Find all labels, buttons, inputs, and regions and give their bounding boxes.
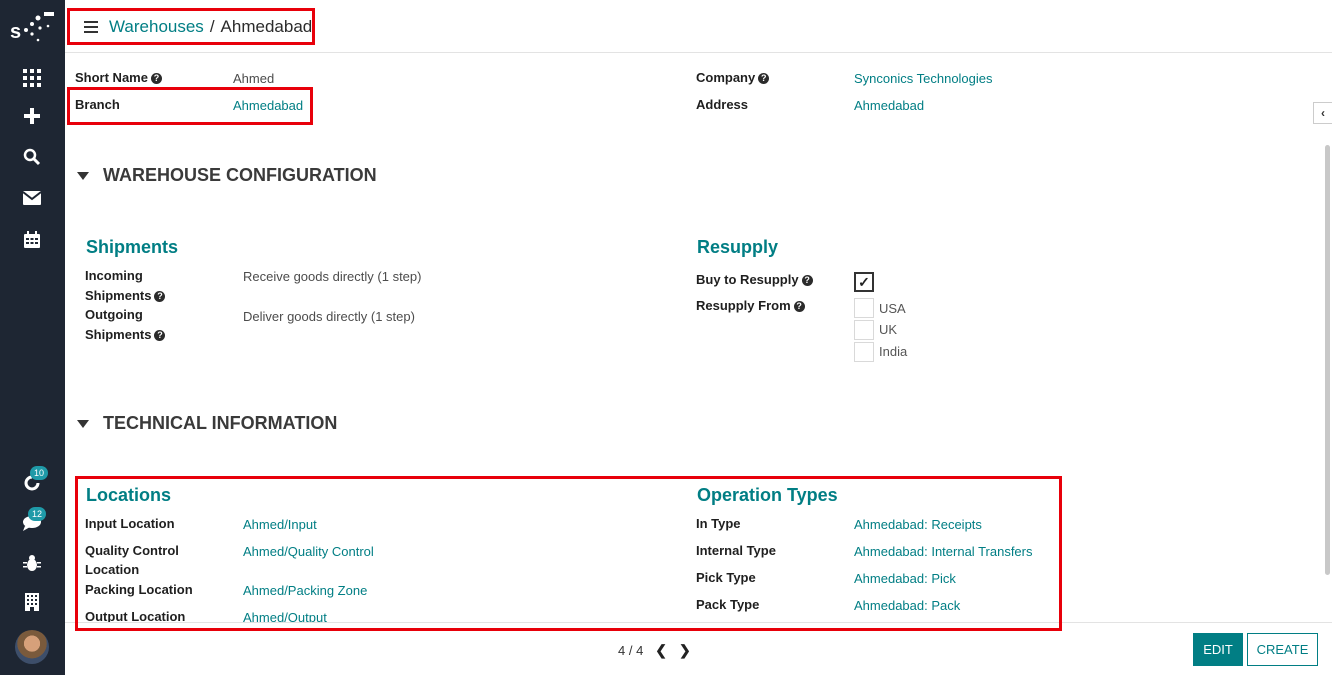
breadcrumb-separator: / bbox=[209, 17, 215, 36]
search-icon[interactable] bbox=[20, 145, 44, 169]
packing-location-label: Packing Location bbox=[85, 582, 193, 597]
mail-icon[interactable] bbox=[20, 186, 44, 210]
help-icon[interactable]: ? bbox=[801, 275, 813, 286]
incoming-shipments-value: Receive goods directly (1 step) bbox=[243, 269, 422, 284]
operation-types-title: Operation Types bbox=[697, 485, 838, 505]
pick-type-label: Pick Type bbox=[696, 570, 756, 585]
pick-type-link[interactable]: Ahmedabad: Pick bbox=[854, 571, 956, 586]
edit-button[interactable]: EDIT bbox=[1193, 633, 1243, 666]
quality-control-location-label-2: Location bbox=[85, 562, 140, 577]
locations-title: Locations bbox=[86, 485, 172, 505]
quality-control-location-link[interactable]: Ahmed/Quality Control bbox=[243, 544, 374, 559]
help-icon[interactable]: ? bbox=[154, 330, 166, 341]
shipments-title: Shipments bbox=[86, 237, 179, 257]
buy-to-resupply-label: Buy to Resupply? bbox=[696, 272, 813, 287]
collapse-triangle-icon bbox=[77, 171, 89, 180]
app-logo[interactable]: s bbox=[8, 10, 58, 44]
collapse-triangle-icon bbox=[77, 419, 89, 428]
pager-value[interactable]: 4 / 4 bbox=[618, 643, 643, 658]
plus-icon[interactable] bbox=[20, 104, 44, 128]
calendar-icon[interactable] bbox=[20, 227, 44, 251]
branch-link[interactable]: Ahmedabad bbox=[233, 98, 303, 113]
pack-type-label: Pack Type bbox=[696, 597, 760, 612]
company-label: Company? bbox=[696, 70, 770, 85]
chatter-toggle-chevron-left-icon[interactable]: ‹ bbox=[1313, 102, 1332, 124]
outgoing-shipments-label-1: Outgoing bbox=[85, 307, 143, 322]
quality-control-location-label-1: Quality Control bbox=[85, 543, 179, 558]
section-warehouse-configuration[interactable]: WAREHOUSE CONFIGURATION bbox=[77, 165, 377, 186]
activity-badge: 10 bbox=[30, 466, 49, 480]
breadcrumb-current: Ahmedabad bbox=[220, 17, 313, 36]
in-type-label: In Type bbox=[696, 516, 741, 531]
incoming-shipments-label-1: Incoming bbox=[85, 268, 143, 283]
input-location-label: Input Location bbox=[85, 516, 175, 531]
branch-label: Branch bbox=[75, 97, 120, 112]
bug-icon[interactable] bbox=[20, 551, 44, 575]
chevron-left-icon[interactable]: ❮ bbox=[655, 642, 667, 659]
apps-grid-icon[interactable] bbox=[20, 66, 44, 90]
resupply-india-label: India bbox=[879, 344, 908, 359]
sidebar: s 10 12 bbox=[0, 0, 65, 675]
scrollbar[interactable] bbox=[1325, 145, 1330, 575]
section-title-text: WAREHOUSE CONFIGURATION bbox=[103, 165, 377, 185]
incoming-shipments-label-2: Shipments? bbox=[85, 288, 166, 303]
messages-badge: 12 bbox=[28, 507, 47, 521]
short-name-value: Ahmed bbox=[233, 71, 275, 86]
pager: 4 / 4 ❮ ❯ bbox=[618, 642, 691, 659]
help-icon[interactable]: ? bbox=[758, 73, 770, 84]
packing-location-link[interactable]: Ahmed/Packing Zone bbox=[243, 583, 367, 598]
help-icon[interactable]: ? bbox=[154, 291, 166, 302]
pack-type-link[interactable]: Ahmedabad: Pack bbox=[854, 598, 960, 613]
internal-type-label: Internal Type bbox=[696, 543, 776, 558]
pager-bar: 4 / 4 ❮ ❯ EDIT CREATE bbox=[65, 622, 1332, 675]
breadcrumb-warehouses-link[interactable]: Warehouses bbox=[109, 17, 204, 37]
resupply-usa-label: USA bbox=[879, 301, 906, 316]
short-name-label: Short Name? bbox=[75, 70, 162, 85]
control-panel: Warehouses / Ahmedabad bbox=[65, 0, 1332, 53]
svg-text:s: s bbox=[10, 21, 21, 43]
resupply-title: Resupply bbox=[697, 237, 779, 257]
resupply-uk-label: UK bbox=[879, 322, 898, 337]
outgoing-shipments-label-2: Shipments? bbox=[85, 327, 166, 342]
resupply-from-label: Resupply From? bbox=[696, 298, 805, 313]
address-label: Address bbox=[696, 97, 749, 112]
address-link[interactable]: Ahmedabad bbox=[854, 98, 924, 113]
internal-type-link[interactable]: Ahmedabad: Internal Transfers bbox=[854, 544, 1033, 559]
section-title-text: TECHNICAL INFORMATION bbox=[103, 413, 338, 433]
create-button[interactable]: CREATE bbox=[1247, 633, 1318, 666]
outgoing-shipments-value: Deliver goods directly (1 step) bbox=[243, 309, 415, 324]
avatar[interactable] bbox=[15, 630, 49, 664]
resupply-india-checkbox[interactable] bbox=[854, 342, 874, 362]
in-type-link[interactable]: Ahmedabad: Receipts bbox=[854, 517, 982, 532]
resupply-uk-checkbox[interactable] bbox=[854, 320, 874, 340]
company-link[interactable]: Synconics Technologies bbox=[854, 71, 993, 86]
section-technical-information[interactable]: TECHNICAL INFORMATION bbox=[77, 413, 337, 434]
menu-toggle-icon[interactable] bbox=[84, 21, 98, 33]
help-icon[interactable]: ? bbox=[793, 301, 805, 312]
help-icon[interactable]: ? bbox=[150, 73, 162, 84]
resupply-usa-checkbox[interactable] bbox=[854, 298, 874, 318]
building-icon[interactable] bbox=[20, 590, 44, 614]
input-location-link[interactable]: Ahmed/Input bbox=[243, 517, 317, 532]
breadcrumb: Warehouses / Ahmedabad bbox=[84, 17, 312, 37]
buy-to-resupply-checkbox[interactable]: ✓ bbox=[854, 272, 874, 292]
chevron-right-icon[interactable]: ❯ bbox=[679, 642, 691, 659]
